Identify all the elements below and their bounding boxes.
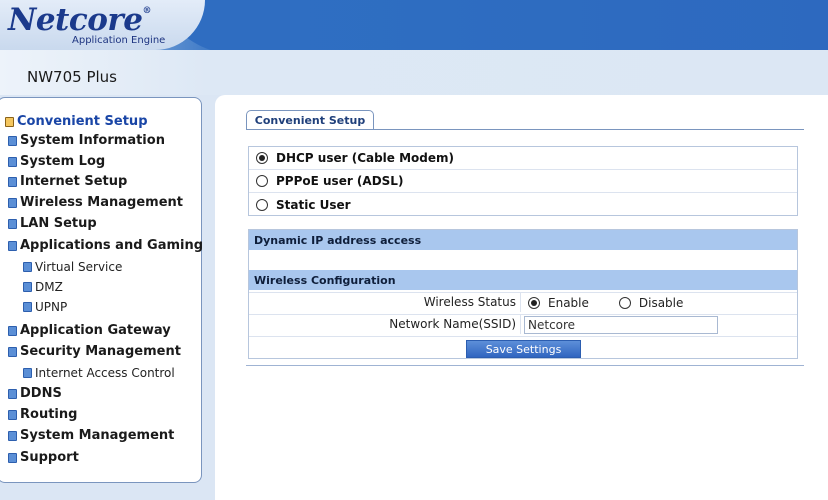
ssid-value-cell (522, 315, 718, 334)
sidebar-item-label: Applications and Gaming (20, 238, 204, 253)
mode-static-label: Static User (276, 197, 351, 212)
sidebar-item-lan-setup[interactable]: LAN Setup (8, 216, 97, 231)
wireless-status-label: Wireless Status (249, 293, 521, 312)
sidebar-item-virtual-service[interactable]: Virtual Service (23, 260, 122, 274)
sidebar-item-system-management[interactable]: System Management (8, 428, 174, 443)
sidebar-item-label: UPNP (35, 300, 68, 314)
page-icon (8, 176, 17, 187)
sidebar-item-system-information[interactable]: System Information (8, 133, 165, 148)
page-icon (8, 346, 17, 357)
ssid-label: Network Name(SSID) (249, 315, 521, 334)
folder-open-icon (5, 116, 14, 127)
page-icon (8, 430, 17, 441)
sidebar-item-wireless-management[interactable]: Wireless Management (8, 195, 183, 210)
sidebar-item-label: Virtual Service (35, 260, 123, 274)
mode-pppoe-option[interactable]: PPPoE user (ADSL) (249, 170, 797, 193)
page-icon (8, 197, 17, 208)
sidebar-item-dmz[interactable]: DMZ (23, 280, 63, 294)
page-icon (23, 262, 32, 272)
tab-convenient-setup[interactable]: Convenient Setup (246, 110, 374, 130)
sidebar-item-routing[interactable]: Routing (8, 407, 77, 422)
sidebar-item-label: Support (20, 450, 79, 465)
wireless-enable-label: Enable (548, 295, 589, 310)
brand-tagline: Application Engine (72, 35, 166, 46)
wireless-enable-option[interactable]: Enable (528, 296, 589, 310)
page-icon (8, 156, 17, 167)
sidebar-item-support[interactable]: Support (8, 450, 79, 465)
sidebar-item-application-gateway[interactable]: Application Gateway (8, 323, 171, 338)
page-icon (8, 388, 17, 399)
sidebar-item-label: Internet Setup (20, 174, 128, 189)
mode-dhcp-label: DHCP user (Cable Modem) (276, 151, 455, 165)
wireless-disable-radio[interactable] (618, 296, 631, 309)
sidebar-item-label: LAN Setup (20, 216, 97, 231)
page-icon (8, 409, 17, 420)
sidebar-item-label: Application Gateway (20, 323, 171, 338)
page-icon (23, 368, 32, 378)
wireless-enable-radio[interactable] (528, 296, 540, 309)
mode-dhcp-radio[interactable] (256, 152, 268, 164)
sidebar-item-label: Internet Access Control (35, 366, 175, 380)
device-model: NW705 Plus (27, 68, 117, 86)
sidebar-item-label: System Information (20, 133, 165, 148)
wireless-config-header: Wireless Configuration (249, 270, 797, 290)
sidebar-item-system-log[interactable]: System Log (8, 154, 105, 169)
connection-mode-group: DHCP user (Cable Modem) PPPoE user (ADSL… (248, 146, 798, 216)
sidebar-item-label: Wireless Management (20, 195, 183, 210)
ssid-row: Network Name(SSID) (249, 314, 797, 334)
sidebar-item-label: Security Management (20, 344, 181, 359)
save-settings-button[interactable]: Save Settings (466, 340, 581, 358)
page-icon (23, 282, 32, 292)
sidebar-item-applications-gaming[interactable]: Applications and Gaming (8, 238, 203, 253)
sidebar-item-label: DMZ (35, 280, 63, 294)
sidebar-item-security-management[interactable]: Security Management (8, 344, 181, 359)
sidebar-item-ddns[interactable]: DDNS (8, 386, 62, 401)
sidebar-item-upnp[interactable]: UPNP (23, 300, 67, 314)
mode-dhcp-option[interactable]: DHCP user (Cable Modem) (249, 147, 797, 170)
tab-underline (246, 129, 804, 130)
page-icon (8, 452, 17, 463)
page-icon (8, 135, 17, 146)
sidebar-item-internet-setup[interactable]: Internet Setup (8, 174, 127, 189)
dynamic-ip-header: Dynamic IP address access (249, 230, 797, 250)
wireless-status-options: Enable Disable (522, 293, 713, 312)
ssid-input[interactable] (524, 315, 718, 334)
device-strip (0, 50, 828, 95)
sidebar-item-label: System Management (20, 428, 175, 443)
page-icon (8, 218, 17, 229)
page-icon (23, 302, 32, 312)
content-bottom-line (246, 365, 804, 366)
brand-name: Netcore® (8, 2, 151, 38)
wireless-disable-option[interactable]: Disable (618, 295, 684, 310)
page-icon (8, 325, 17, 336)
mode-pppoe-label: PPPoE user (ADSL) (276, 174, 404, 188)
sidebar-item-convenient-setup[interactable]: Convenient Setup (5, 114, 148, 129)
mode-static-radio[interactable] (256, 198, 268, 211)
sidebar-item-label: System Log (20, 154, 106, 169)
sidebar-item-label: Convenient Setup (17, 114, 148, 129)
sidebar-item-internet-access-control[interactable]: Internet Access Control (23, 366, 175, 380)
section-spacer (249, 250, 797, 270)
registered-mark: ® (142, 6, 152, 16)
sidebar-item-label: DDNS (20, 386, 62, 401)
page-icon (8, 240, 17, 251)
wireless-status-row: Wireless Status Enable Disable (249, 292, 797, 312)
sidebar-item-label: Routing (20, 407, 78, 422)
mode-static-option[interactable]: Static User (249, 193, 797, 216)
mode-pppoe-radio[interactable] (256, 175, 268, 187)
wireless-disable-label: Disable (638, 295, 684, 310)
